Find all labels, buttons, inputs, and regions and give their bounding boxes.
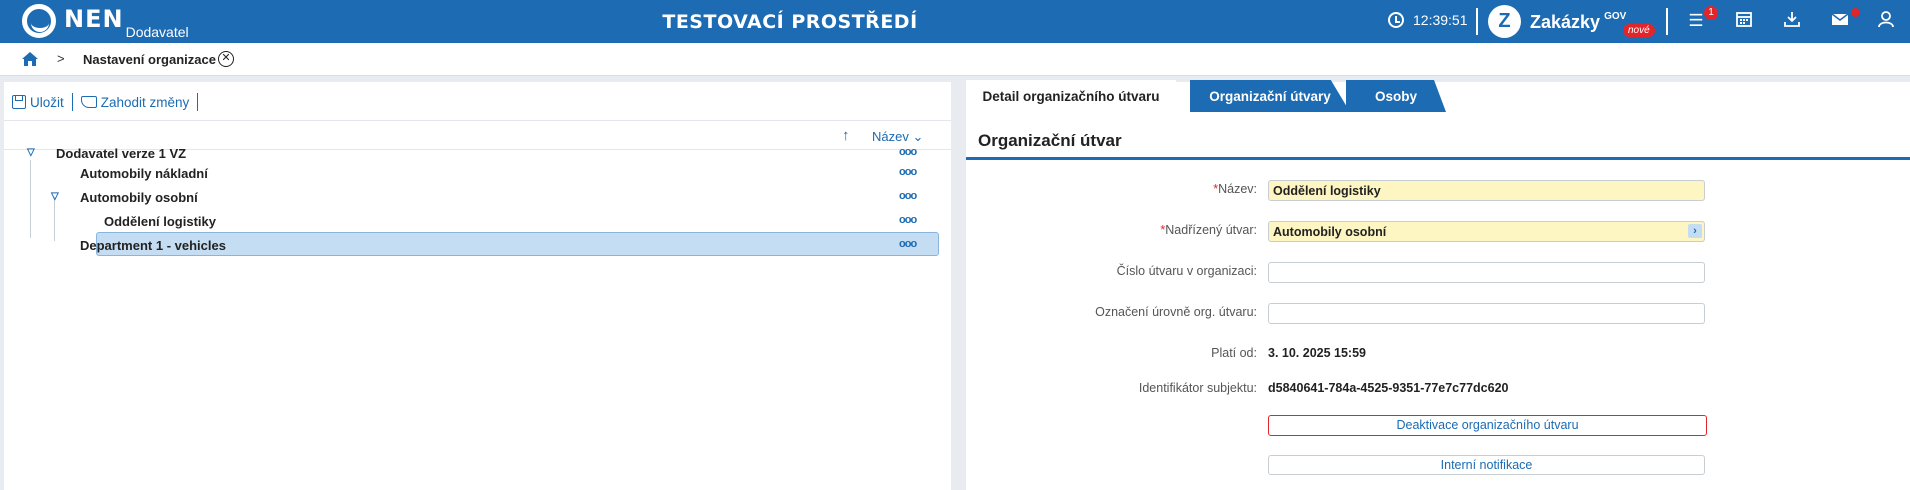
deactivate-unit-button[interactable]: Deaktivace organizačního útvaru	[1268, 415, 1707, 436]
name-field-label: *Název:	[967, 182, 1257, 196]
breadcrumb-current-page: Nastavení organizace	[83, 52, 216, 67]
tree-item-selected[interactable]: Oddělení logistiky ooo	[4, 209, 951, 231]
toolbar-divider	[71, 93, 73, 111]
level-mark-label: Označení úrovně org. útvaru:	[1095, 305, 1257, 319]
mail-notification-dot	[1851, 8, 1860, 17]
save-button-label: Uložit	[30, 94, 64, 110]
parent-unit-field[interactable]: Automobily osobní ›	[1268, 221, 1705, 242]
section-divider	[966, 157, 1910, 160]
unit-number-label: Číslo útvaru v organizaci:	[1116, 264, 1257, 278]
tree-item[interactable]: Automobily nákladní ooo	[4, 162, 951, 184]
zakazky-gov: GOV	[1604, 11, 1627, 22]
tree-item-label: Oddělení logistiky	[104, 214, 216, 229]
mail-icon[interactable]	[1829, 10, 1851, 32]
collapse-toggle-icon[interactable]: ▽	[51, 191, 59, 202]
internal-notifications-button[interactable]: Interní notifikace	[1268, 455, 1705, 475]
menu-badge: 1	[1704, 6, 1718, 20]
breadcrumb: > Nastavení organizace ✕	[0, 43, 1910, 76]
level-mark-field[interactable]	[1268, 303, 1705, 324]
more-options-icon[interactable]: ooo	[899, 214, 917, 226]
section-title: Organizační útvar	[978, 131, 1122, 150]
tree-item[interactable]: ▽ Dodavatel verze 1 VZ ooo	[4, 142, 951, 164]
tab-detail[interactable]: Detail organizačního útvaru	[966, 80, 1176, 112]
more-options-icon[interactable]: ooo	[899, 166, 917, 178]
zakazky-label: Zakázky	[1530, 12, 1601, 32]
more-options-icon[interactable]: ooo	[899, 190, 917, 202]
environment-title: TESTOVACÍ PROSTŘEDÍ	[662, 11, 918, 33]
deactivate-button-label: Deaktivace organizačního útvaru	[1396, 418, 1579, 432]
tree-item-label: Automobily osobní	[80, 190, 198, 205]
unit-number-field[interactable]	[1268, 262, 1705, 283]
top-bar: NEN Dodavatel TESTOVACÍ PROSTŘEDÍ 12:39:…	[0, 0, 1910, 43]
save-button[interactable]: Uložit	[12, 95, 64, 110]
download-icon[interactable]	[1781, 10, 1803, 32]
tab-label: Organizační útvary	[1209, 89, 1331, 104]
calendar-icon[interactable]	[1733, 10, 1755, 32]
tab-organizational-units[interactable]: Organizační útvary	[1190, 80, 1350, 112]
subject-id-label: Identifikátor subjektu:	[1138, 381, 1257, 395]
parent-unit-value: Automobily osobní	[1273, 225, 1387, 239]
valid-from-value: 3. 10. 2025 15:59	[1268, 346, 1366, 360]
parent-unit-label: *Nadřízený útvar:	[967, 223, 1257, 237]
more-options-icon[interactable]: ooo	[899, 146, 917, 158]
session-clock: 12:39:51	[1388, 12, 1468, 28]
valid-from-label: Platí od:	[1211, 346, 1257, 360]
home-icon[interactable]	[21, 51, 39, 67]
discard-button-label: Zahodit změny	[100, 94, 190, 110]
tree-item-label: Dodavatel verze 1 VZ	[56, 146, 187, 161]
tree-item[interactable]: ▽ Automobily osobní ooo	[4, 186, 951, 208]
close-tab-icon[interactable]: ✕	[218, 51, 234, 67]
zakazky-logo-icon: Z	[1488, 5, 1521, 38]
tree-item[interactable]: Department 1 - vehicles ooo	[4, 234, 951, 256]
logo-text: NEN	[64, 5, 124, 33]
subject-id-value: d5840641-784a-4525-9351-77e7c77dc620	[1268, 381, 1509, 395]
tree-item-label: Automobily nákladní	[80, 166, 208, 181]
header-divider	[1476, 8, 1478, 35]
nen-logo[interactable]: NEN Dodavatel	[22, 4, 189, 40]
header-divider	[1666, 8, 1668, 35]
tab-label: Detail organizačního útvaru	[982, 89, 1160, 104]
organization-tree-panel: Uložit Zahodit změny ↑ Název ⌄ ▽ Dodavat…	[4, 82, 951, 490]
tab-persons[interactable]: Osoby	[1346, 80, 1446, 112]
toolbar-divider	[197, 93, 199, 111]
more-options-icon[interactable]: ooo	[899, 238, 917, 250]
name-field[interactable]: Oddělení logistiky	[1268, 180, 1705, 201]
chevron-right-icon: >	[57, 51, 65, 66]
name-field-value: Oddělení logistiky	[1273, 184, 1381, 198]
save-icon	[12, 95, 26, 109]
collapse-toggle-icon[interactable]: ▽	[27, 147, 35, 158]
nen-logo-icon	[22, 4, 56, 38]
parent-label-text: Nadřízený útvar:	[1165, 223, 1257, 237]
new-badge: nové	[1623, 24, 1655, 37]
logo-subtitle: Dodavatel	[125, 24, 189, 40]
discard-changes-button[interactable]: Zahodit změny	[80, 94, 190, 110]
undo-icon	[80, 96, 97, 108]
tab-label: Osoby	[1374, 89, 1417, 104]
clock-time: 12:39:51	[1413, 12, 1468, 28]
clock-icon	[1388, 12, 1404, 28]
user-icon[interactable]	[1875, 10, 1897, 32]
zakazky-gov-link[interactable]: Z Zakázky GOV nové	[1488, 5, 1655, 38]
name-label-text: Název:	[1218, 182, 1257, 196]
chevron-right-icon[interactable]: ›	[1688, 224, 1702, 238]
tree-item-label: Department 1 - vehicles	[80, 238, 226, 253]
tree-toolbar: Uložit Zahodit změny	[12, 92, 206, 112]
notifications-button-label: Interní notifikace	[1440, 458, 1533, 472]
